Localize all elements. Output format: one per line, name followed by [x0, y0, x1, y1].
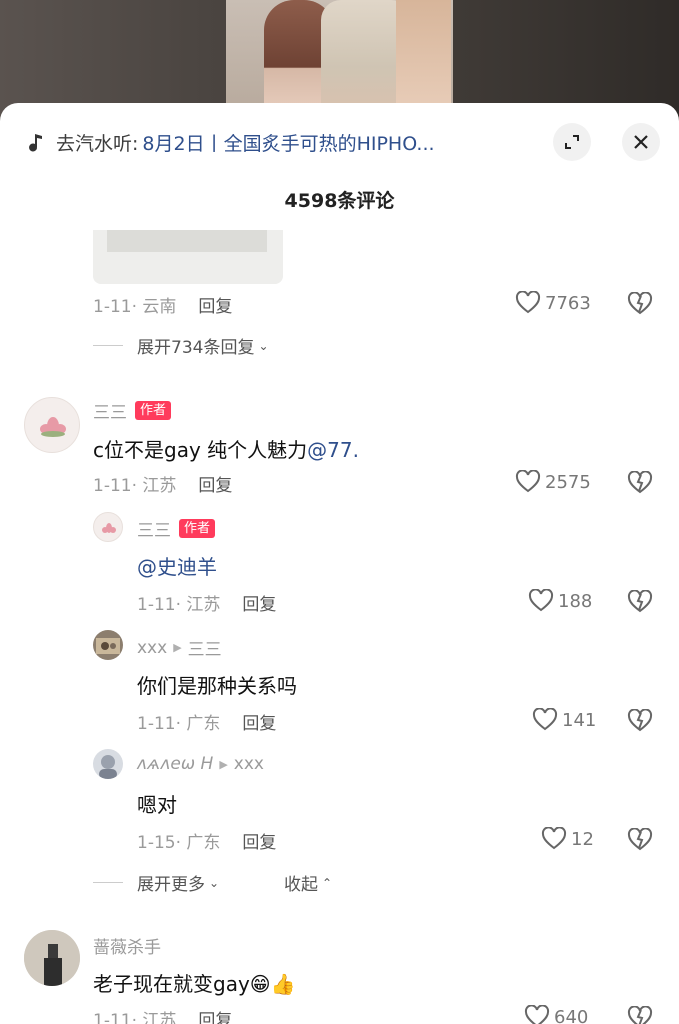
avatar[interactable]: [93, 749, 123, 779]
comment-text: 老子现在就变gay😁👍: [93, 972, 296, 996]
expand-button[interactable]: [553, 123, 591, 161]
comment-meta: 1-11· 江苏 回复: [93, 476, 233, 496]
heart-icon: [528, 589, 554, 612]
comments-sheet: 去汽水听: 8月2日丨全国炙手可热的HIPHO... 4598条评论 1-11·…: [0, 103, 679, 1024]
author-badge: 作者: [135, 401, 172, 420]
heart-icon: [515, 291, 541, 314]
like-count: 141: [562, 709, 597, 731]
chevron-down-icon: ⌄: [258, 338, 269, 353]
like-button[interactable]: 141: [532, 708, 596, 732]
heart-icon: [515, 470, 541, 493]
avatar[interactable]: [24, 397, 80, 453]
dislike-icon[interactable]: [627, 590, 653, 614]
reply-button[interactable]: 回复: [242, 833, 276, 853]
comment-count: 4598条评论: [284, 190, 395, 212]
dislike-icon[interactable]: [627, 1006, 653, 1024]
reply-to-name: xxx: [233, 754, 264, 774]
like-count: 188: [558, 590, 593, 612]
close-icon: [634, 135, 648, 149]
heart-icon: [524, 1005, 550, 1024]
reply-author[interactable]: ᴧѧᴧeѡ H ▶ xxx: [137, 754, 264, 774]
like-button[interactable]: 2575: [515, 470, 591, 494]
reply-button[interactable]: 回复: [198, 1011, 232, 1024]
comment-date: 1-11· 云南: [93, 297, 177, 317]
reply-button[interactable]: 回复: [198, 476, 232, 496]
video-thumbnail[interactable]: [226, 0, 453, 112]
reply-text: 嗯对: [137, 793, 177, 817]
reply-meta: 1-11· 江苏 回复: [137, 595, 277, 615]
like-count: 7763: [545, 292, 591, 314]
chevron-up-icon: ⌃: [322, 875, 333, 890]
comment-author[interactable]: 三三 作者: [93, 398, 172, 423]
avatar[interactable]: [93, 630, 123, 660]
like-button[interactable]: 188: [528, 589, 592, 613]
expand-icon: [565, 135, 579, 149]
music-prefix: 去汽水听:: [56, 132, 139, 155]
reply-arrow-icon: ▶: [173, 641, 182, 654]
reply-author[interactable]: 三三 作者: [137, 516, 216, 541]
reply-text: @史迪羊: [137, 551, 217, 580]
dislike-icon[interactable]: [627, 292, 653, 316]
expand-replies-label: 展开734条回复: [137, 338, 255, 358]
dislike-icon[interactable]: [627, 471, 653, 495]
author-badge: 作者: [179, 519, 216, 538]
music-bar[interactable]: 去汽水听: 8月2日丨全国炙手可热的HIPHO...: [26, 127, 435, 157]
collapse-button[interactable]: 收起 ⌃: [284, 870, 332, 895]
music-title[interactable]: 8月2日丨全国炙手可热的HIPHO...: [142, 129, 434, 156]
close-button[interactable]: [622, 123, 660, 161]
comment-meta: 1-11· 江苏 回复: [93, 1006, 232, 1024]
avatar[interactable]: [24, 930, 80, 986]
reply-meta: 1-15· 广东 回复: [137, 833, 277, 853]
chevron-down-icon: ⌄: [209, 875, 220, 890]
like-button[interactable]: 12: [541, 827, 594, 851]
heart-icon: [541, 827, 567, 850]
reply-arrow-icon: ▶: [219, 757, 228, 771]
comment-image[interactable]: [93, 230, 283, 284]
emoji: 😁👍: [249, 972, 296, 996]
reply-button[interactable]: 回复: [242, 714, 276, 734]
reply-author[interactable]: xxx ▶ 三三: [137, 635, 222, 661]
heart-icon: [532, 708, 558, 731]
like-count: 2575: [545, 471, 591, 493]
reply-text: 你们是那种关系吗: [137, 674, 297, 698]
collapse-label: 收起: [284, 875, 318, 895]
reply-button[interactable]: 回复: [198, 297, 232, 317]
expand-more-label: 展开更多: [137, 875, 205, 895]
dislike-icon[interactable]: [627, 709, 653, 733]
dislike-icon[interactable]: [627, 828, 653, 852]
reply-button[interactable]: 回复: [242, 595, 276, 615]
like-count: 12: [571, 828, 594, 850]
avatar[interactable]: [93, 512, 123, 542]
music-note-icon: [29, 134, 42, 152]
mention-link[interactable]: @史迪羊: [137, 555, 217, 579]
comment-text: c位不是gay 纯个人魅力@77.: [93, 438, 359, 462]
like-count: 640: [554, 1006, 589, 1024]
mention-link[interactable]: @77.: [307, 438, 359, 462]
comment-author[interactable]: 蔷薇杀手: [93, 933, 161, 958]
like-button[interactable]: 7763: [515, 291, 591, 315]
expand-replies[interactable]: 展开734条回复 ⌄: [93, 333, 269, 358]
like-button[interactable]: 640: [524, 1005, 588, 1024]
reply-meta: 1-11· 广东 回复: [137, 714, 277, 734]
comment-meta: 1-11· 云南 回复: [93, 292, 232, 317]
expand-more-button[interactable]: 展开更多 ⌄: [93, 870, 219, 895]
reply-to-name: 三三: [187, 640, 222, 660]
